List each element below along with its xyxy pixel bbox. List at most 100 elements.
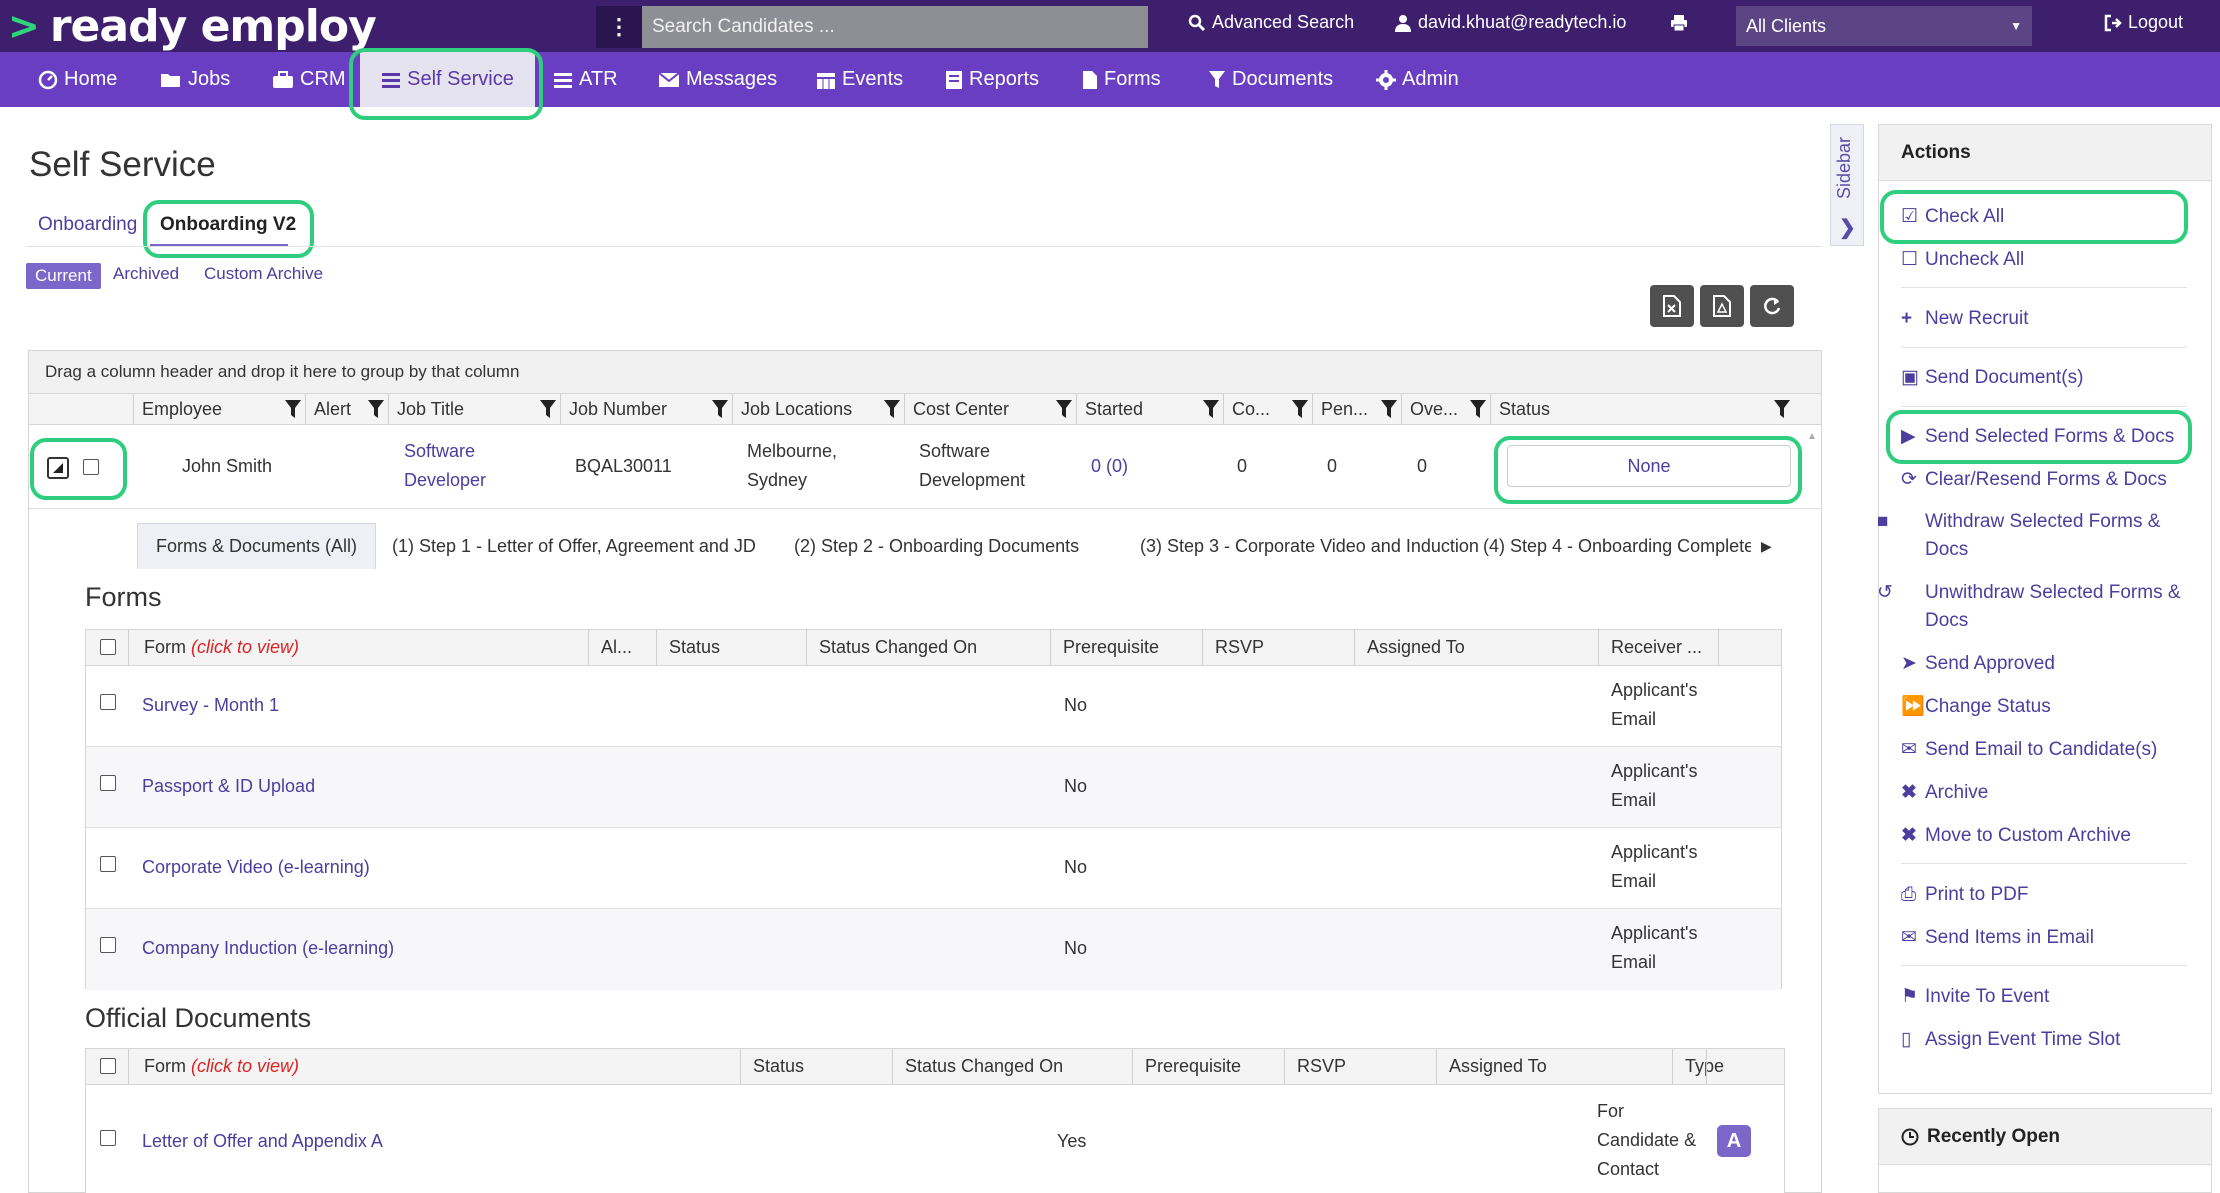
filter-icon[interactable] — [540, 400, 556, 418]
nav-documents[interactable]: Documents — [1208, 52, 1333, 107]
docs-col-rsvp[interactable]: RSVP — [1284, 1049, 1436, 1084]
tab-step-2[interactable]: (2) Step 2 - Onboarding Documents — [794, 523, 1079, 569]
form-row-checkbox[interactable] — [100, 775, 116, 791]
docs-col-prerequisite[interactable]: Prerequisite — [1132, 1049, 1284, 1084]
action-clear-resend[interactable]: ⟳ Clear/Resend Forms & Docs — [1901, 466, 2201, 494]
action-new-recruit[interactable]: + New Recruit — [1901, 305, 2201, 333]
col-alert[interactable]: Alert — [305, 394, 388, 424]
tab-step-3[interactable]: (3) Step 3 - Corporate Video and Inducti… — [1140, 523, 1479, 569]
col-pending[interactable]: Pen... — [1312, 394, 1401, 424]
filter-icon[interactable] — [712, 400, 728, 418]
docs-col-assigned-to[interactable]: Assigned To — [1436, 1049, 1672, 1084]
nav-atr[interactable]: ATR — [553, 52, 618, 107]
forms-col-assigned-to[interactable]: Assigned To — [1354, 630, 1598, 665]
docs-col-status[interactable]: Status — [740, 1049, 892, 1084]
col-started[interactable]: Started — [1076, 394, 1223, 424]
col-job-number[interactable]: Job Number — [560, 394, 732, 424]
tab-onboarding[interactable]: Onboarding — [38, 214, 137, 236]
forms-col-status-changed[interactable]: Status Changed On — [806, 630, 1050, 665]
nav-jobs[interactable]: Jobs — [160, 52, 230, 107]
action-assign-time-slot[interactable]: ▯ Assign Event Time Slot — [1901, 1026, 2201, 1054]
refresh-button[interactable] — [1750, 285, 1794, 327]
job-title-link[interactable]: Software Developer — [404, 437, 486, 495]
filter-icon[interactable] — [1203, 400, 1219, 418]
recently-open-header[interactable]: Recently Open — [1879, 1109, 2211, 1165]
scroll-up-icon[interactable]: ▲ — [1807, 431, 1817, 442]
action-invite-event[interactable]: ⚑ Invite To Event — [1901, 983, 2201, 1011]
tab-step-1[interactable]: (1) Step 1 - Letter of Offer, Agreement … — [392, 523, 756, 569]
filter-icon[interactable] — [368, 400, 384, 418]
col-status[interactable]: Status — [1490, 394, 1794, 424]
group-by-area[interactable]: Drag a column header and drop it here to… — [29, 351, 1821, 393]
action-send-documents[interactable]: ▣ Send Document(s) — [1901, 364, 2201, 392]
status-button[interactable]: None — [1507, 445, 1791, 487]
search-options-icon[interactable]: ⋮ — [596, 6, 642, 48]
action-custom-archive[interactable]: ✖ Move to Custom Archive — [1901, 822, 2201, 850]
col-cost-center[interactable]: Cost Center — [904, 394, 1076, 424]
nav-admin[interactable]: Admin — [1376, 52, 1459, 107]
forms-col-rsvp[interactable]: RSVP — [1202, 630, 1354, 665]
forms-col-form[interactable]: Form (click to view) — [128, 630, 588, 665]
col-job-title[interactable]: Job Title — [388, 394, 560, 424]
client-select[interactable]: All Clients ▼ — [1736, 6, 2032, 46]
nav-messages[interactable]: Messages — [658, 52, 777, 107]
logout-link[interactable]: Logout — [2104, 12, 2183, 33]
docs-col-form[interactable]: Form (click to view) — [128, 1049, 740, 1084]
action-change-status[interactable]: ⏩Change Status — [1901, 693, 2201, 721]
table-row[interactable]: John Smith Software Developer BQAL30011 … — [29, 425, 1821, 509]
logo[interactable]: > ready employ — [8, 1, 377, 52]
form-row-checkbox[interactable] — [100, 694, 116, 710]
action-unwithdraw[interactable]: ↺ Unwithdraw Selected Forms & Docs — [1877, 579, 2201, 635]
forms-select-all-checkbox[interactable] — [100, 639, 116, 655]
form-row[interactable]: Company Induction (e-learning) No Applic… — [86, 909, 1781, 990]
nav-home[interactable]: Home — [38, 52, 117, 107]
form-row-checkbox[interactable] — [100, 937, 116, 953]
started-count-link[interactable]: 0 (0) — [1091, 452, 1128, 481]
filter-icon[interactable] — [1774, 400, 1790, 418]
document-row-checkbox[interactable] — [100, 1130, 116, 1146]
filter-icon[interactable] — [285, 400, 301, 418]
filter-icon[interactable] — [1056, 400, 1072, 418]
nav-reports[interactable]: Reports — [945, 52, 1039, 107]
forms-col-receiver[interactable]: Receiver ... — [1598, 630, 1718, 665]
action-send-email[interactable]: ✉ Send Email to Candidate(s) — [1901, 736, 2201, 764]
form-row[interactable]: Corporate Video (e-learning) No Applican… — [86, 828, 1781, 909]
filter-custom-archive[interactable]: Custom Archive — [204, 264, 323, 284]
form-row[interactable]: Survey - Month 1 No Applicant's Email — [86, 666, 1781, 747]
document-row[interactable]: Letter of Offer and Appendix A Yes For C… — [86, 1085, 1784, 1193]
export-excel-button[interactable] — [1650, 285, 1694, 327]
col-overdue[interactable]: Ove... — [1401, 394, 1490, 424]
filter-icon[interactable] — [1470, 400, 1486, 418]
forms-col-alert[interactable]: Al... — [588, 630, 656, 665]
form-link[interactable]: Passport & ID Upload — [142, 772, 315, 801]
print-button[interactable] — [1670, 14, 1688, 32]
action-send-approved[interactable]: ➤ Send Approved — [1901, 650, 2201, 678]
tab-step-4[interactable]: (4) Step 4 - Onboarding Completе — [1483, 523, 1751, 569]
export-pdf-button[interactable] — [1700, 285, 1744, 327]
user-account-link[interactable]: david.khuat@readytech.io — [1394, 12, 1626, 33]
nav-crm[interactable]: CRM — [272, 52, 346, 107]
form-row-checkbox[interactable] — [100, 856, 116, 872]
tab-onboarding-v2[interactable]: Onboarding V2 — [160, 214, 296, 236]
search-candidates-input[interactable] — [642, 6, 1148, 48]
docs-col-status-changed[interactable]: Status Changed On — [892, 1049, 1132, 1084]
nav-forms[interactable]: Forms — [1082, 52, 1161, 107]
forms-col-prerequisite[interactable]: Prerequisite — [1050, 630, 1202, 665]
document-link[interactable]: Letter of Offer and Appendix A — [142, 1127, 383, 1156]
nav-self-service[interactable]: Self Service — [360, 52, 535, 107]
sidebar-toggle[interactable]: Sidebar ❯ — [1830, 124, 1864, 246]
col-employee[interactable]: Employee — [133, 394, 305, 424]
tab-forms-documents-all[interactable]: Forms & Documents (All) — [137, 523, 377, 569]
employee-name[interactable]: John Smith — [182, 452, 272, 481]
row-collapse-toggle[interactable] — [47, 457, 69, 479]
action-check-all[interactable]: ☑ Check All — [1901, 203, 2201, 231]
row-checkbox[interactable] — [83, 459, 99, 475]
advanced-search-link[interactable]: Advanced Search — [1188, 12, 1354, 33]
nav-events[interactable]: Events — [816, 52, 903, 107]
col-completed[interactable]: Co... — [1223, 394, 1312, 424]
col-job-locations[interactable]: Job Locations — [732, 394, 904, 424]
action-archive[interactable]: ✖ Archive — [1901, 779, 2201, 807]
filter-current[interactable]: Current — [26, 263, 101, 289]
form-row[interactable]: Passport & ID Upload No Applicant's Email — [86, 747, 1781, 828]
filter-icon[interactable] — [884, 400, 900, 418]
